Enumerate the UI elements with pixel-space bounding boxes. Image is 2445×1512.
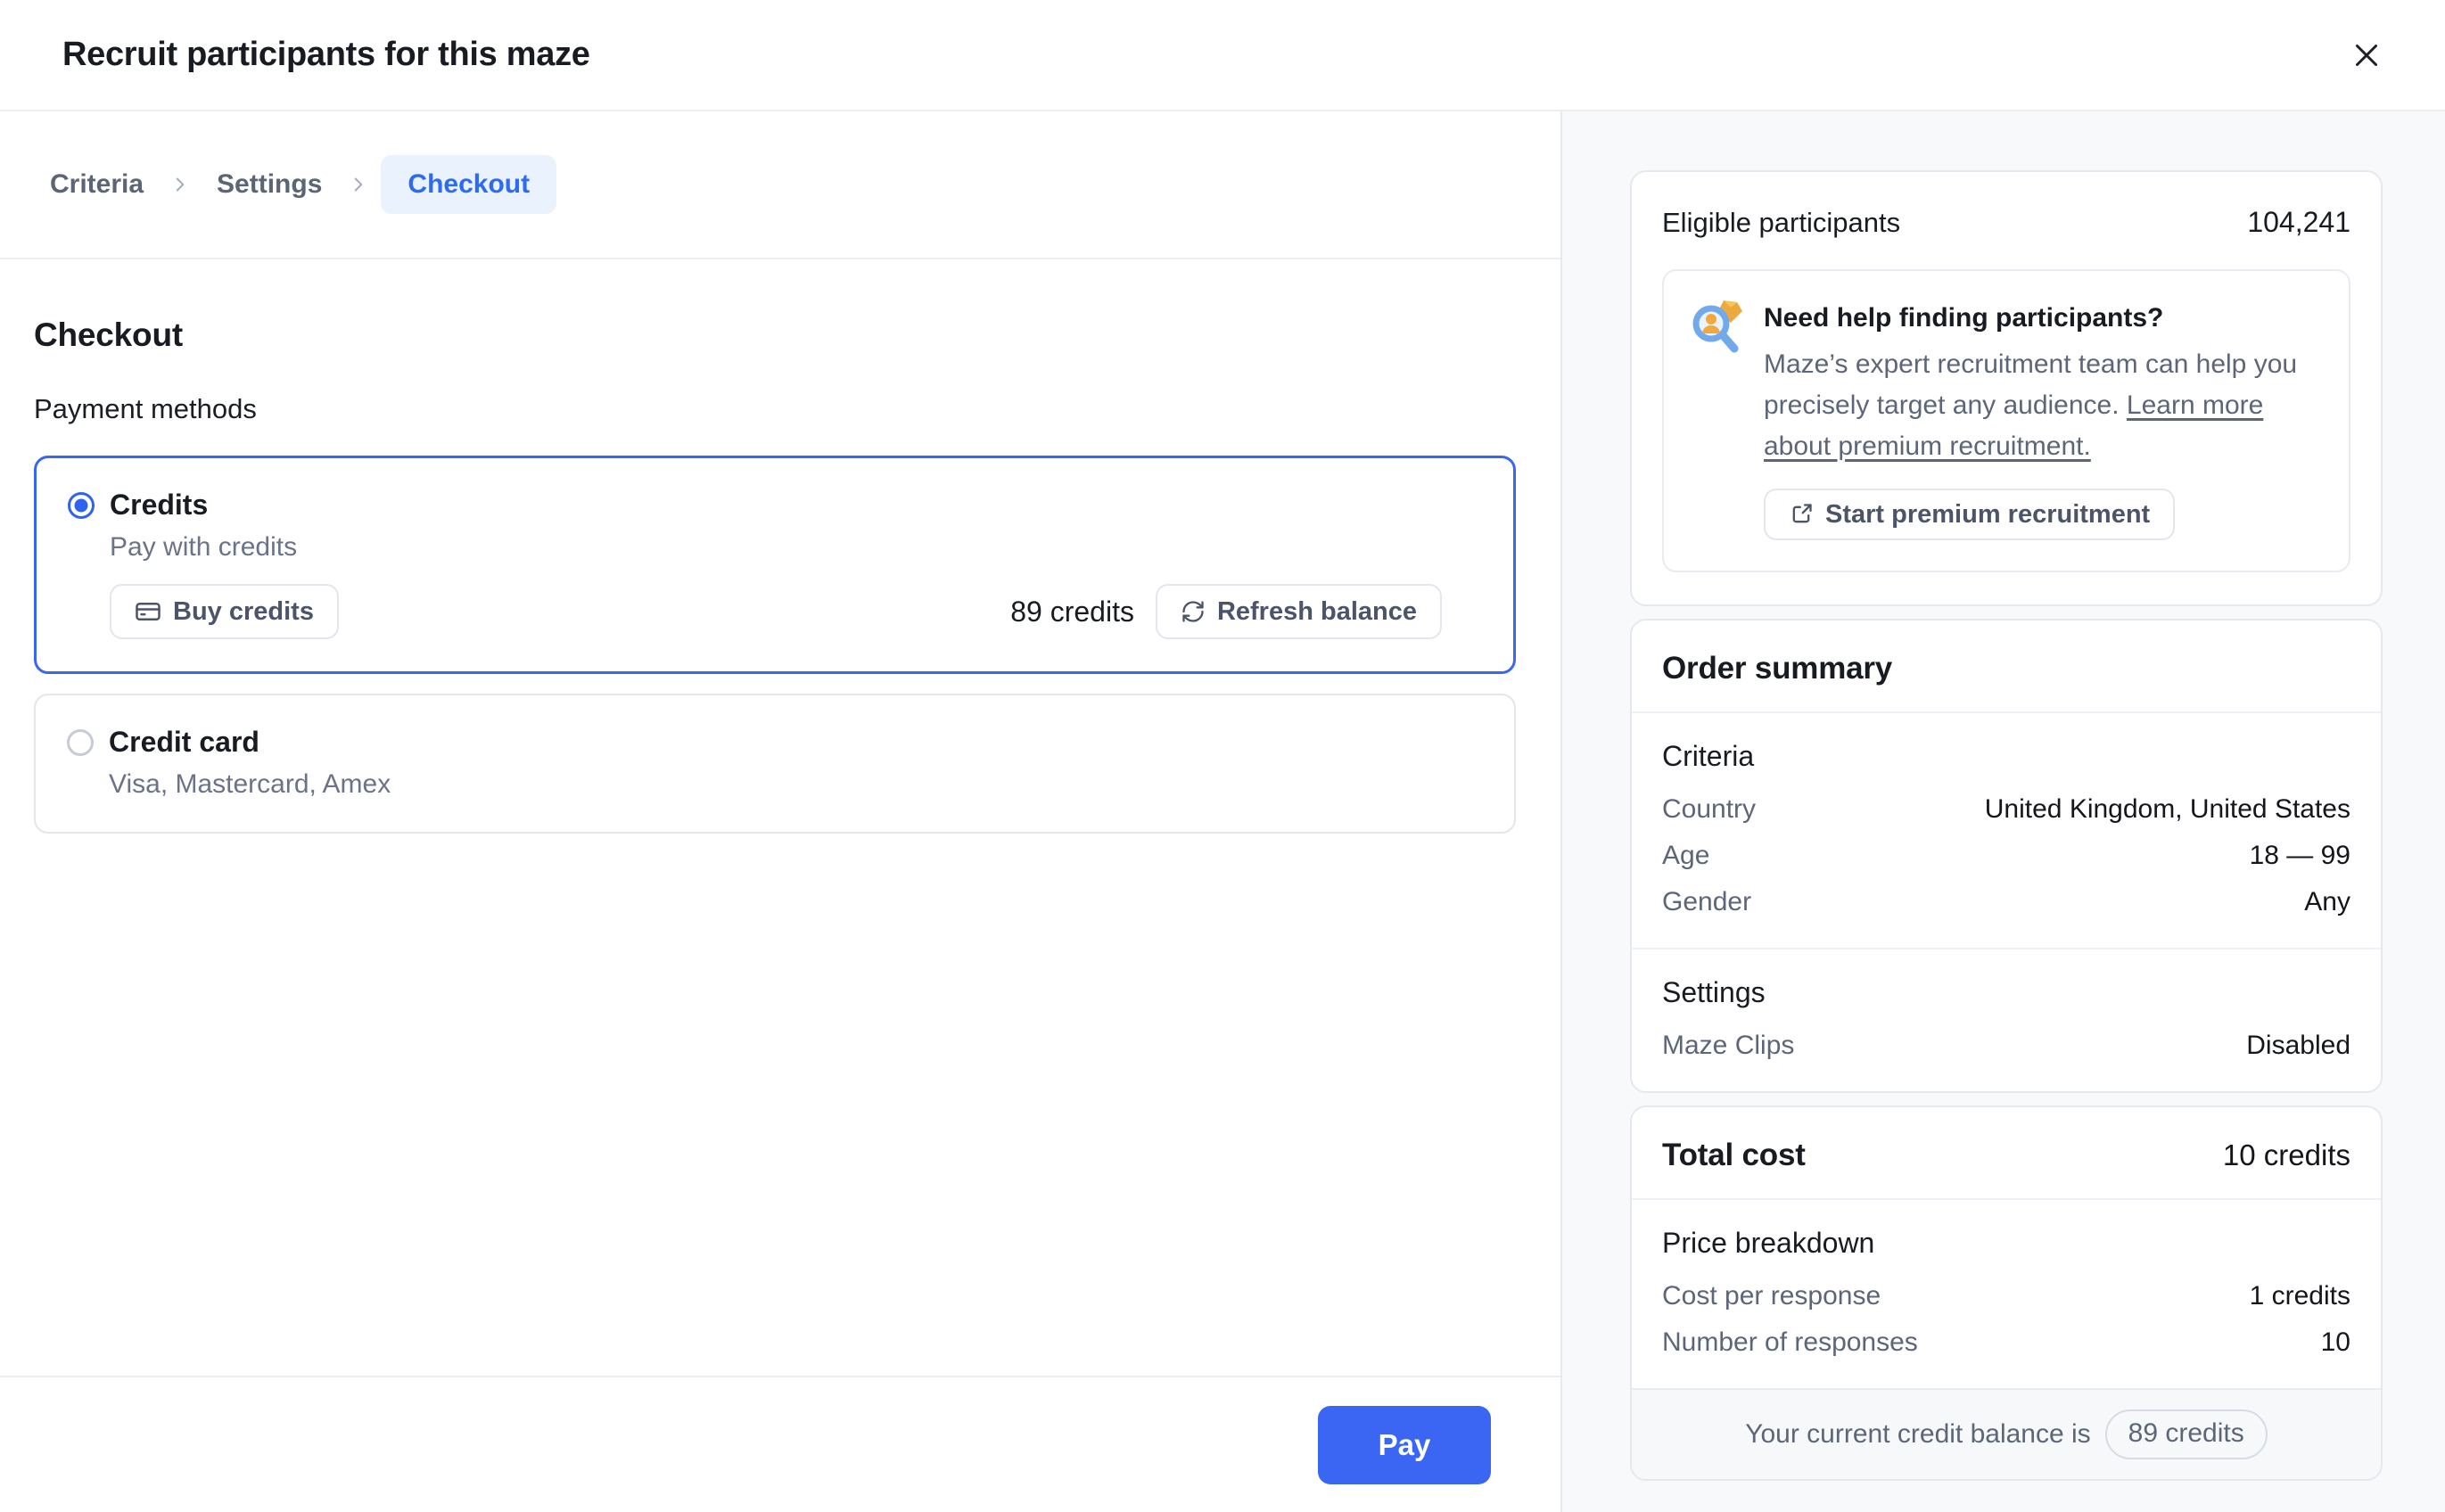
criteria-section: Criteria Country United Kingdom, United … [1632,713,2381,948]
number-of-responses-label: Number of responses [1662,1327,1918,1358]
checkout-main: Checkout Payment methods Credits Pay wit… [0,259,1560,1376]
maze-clips-label: Maze Clips [1662,1031,1794,1061]
price-breakdown-section: Price breakdown Cost per response 1 cred… [1632,1200,2381,1388]
country-value: United Kingdom, United States [1985,794,2350,825]
credits-option-description: Pay with credits [110,532,1442,563]
premium-recruitment-help-card: Need help finding participants? Maze’s e… [1662,269,2350,572]
summary-row-maze-clips: Maze Clips Disabled [1662,1031,2350,1061]
breadcrumb-separator-icon [163,173,197,196]
credits-radio[interactable] [68,492,95,519]
magnifier-person-gem-icon [1689,300,1746,357]
refresh-icon [1181,599,1206,624]
help-card-title: Need help finding participants? [1764,303,2322,333]
order-sidebar: Eligible participants 104,241 Need help … [1562,111,2445,1512]
settings-heading: Settings [1662,976,2350,1009]
price-breakdown-heading: Price breakdown [1662,1227,2350,1260]
summary-row-gender: Gender Any [1662,887,2350,917]
payment-option-credits[interactable]: Credits Pay with credits Buy credits 89 … [34,456,1516,674]
close-icon [2348,37,2385,74]
checkout-heading: Checkout [34,316,1516,354]
breakdown-row-cost-per-response: Cost per response 1 credits [1662,1281,2350,1311]
credit-card-radio[interactable] [67,729,94,756]
credit-balance-footer: Your current credit balance is 89 credit… [1632,1388,2381,1479]
age-label: Age [1662,841,1709,871]
cost-per-response-label: Cost per response [1662,1281,1881,1311]
number-of-responses-value: 10 [2321,1327,2350,1358]
maze-clips-value: Disabled [2246,1031,2350,1061]
credits-option-title: Credits [110,489,208,522]
payment-option-credit-card[interactable]: Credit card Visa, Mastercard, Amex [34,694,1516,834]
breadcrumb-item-checkout[interactable]: Checkout [381,155,556,214]
credits-actions: Buy credits 89 credits Refresh balance [110,584,1442,639]
pay-button[interactable]: Pay [1318,1406,1491,1484]
credit-card-icon [135,598,161,625]
breadcrumb-item-settings[interactable]: Settings [202,157,336,212]
credit-card-option-description: Visa, Mastercard, Amex [109,769,1443,800]
modal-header: Recruit participants for this maze [0,0,2445,111]
modal-body: Criteria Settings Checkout Checkout Paym… [0,111,2445,1512]
eligible-participants-label: Eligible participants [1662,207,1900,239]
payment-methods-label: Payment methods [34,393,1516,425]
breadcrumb-separator-icon [342,173,375,196]
start-premium-recruitment-button[interactable]: Start premium recruitment [1764,489,2175,540]
external-link-icon [1789,502,1814,527]
total-cost-value: 10 credits [2223,1138,2350,1172]
breadcrumb: Criteria Settings Checkout [0,111,1560,259]
order-summary-title: Order summary [1662,651,1892,686]
summary-row-age: Age 18 — 99 [1662,841,2350,871]
gender-label: Gender [1662,887,1751,917]
total-cost-card: Total cost 10 credits Price breakdown Co… [1630,1105,2383,1481]
country-label: Country [1662,794,1756,825]
refresh-balance-label: Refresh balance [1217,597,1417,627]
page-title: Recruit participants for this maze [62,36,590,74]
summary-row-country: Country United Kingdom, United States [1662,794,2350,825]
breadcrumb-item-criteria[interactable]: Criteria [36,157,158,212]
credit-balance-note: Your current credit balance is [1745,1419,2090,1450]
age-value: 18 — 99 [2250,841,2350,871]
checkout-footer: Pay [0,1376,1560,1512]
credit-balance-text: 89 credits [1010,596,1134,629]
gender-value: Any [2304,887,2350,917]
buy-credits-button[interactable]: Buy credits [110,584,339,639]
breakdown-row-number-of-responses: Number of responses 10 [1662,1327,2350,1358]
buy-credits-label: Buy credits [173,597,314,627]
help-card-content: Need help finding participants? Maze’s e… [1764,300,2322,540]
eligible-participants-card: Eligible participants 104,241 Need help … [1630,170,2383,606]
cost-per-response-value: 1 credits [2250,1281,2350,1311]
refresh-balance-button[interactable]: Refresh balance [1156,584,1442,639]
recruit-participants-modal: Recruit participants for this maze Crite… [0,0,2445,1512]
criteria-heading: Criteria [1662,740,2350,773]
close-button[interactable] [2338,27,2395,84]
credit-balance-badge: 89 credits [2105,1409,2268,1459]
eligible-participants-value: 104,241 [2247,206,2350,239]
checkout-pane: Criteria Settings Checkout Checkout Paym… [0,111,1562,1512]
settings-section: Settings Maze Clips Disabled [1632,948,2381,1091]
start-premium-recruitment-label: Start premium recruitment [1825,500,2150,530]
credit-card-option-title: Credit card [109,726,259,759]
order-summary-card: Order summary Criteria Country United Ki… [1630,619,2383,1093]
total-cost-label: Total cost [1662,1138,1806,1173]
